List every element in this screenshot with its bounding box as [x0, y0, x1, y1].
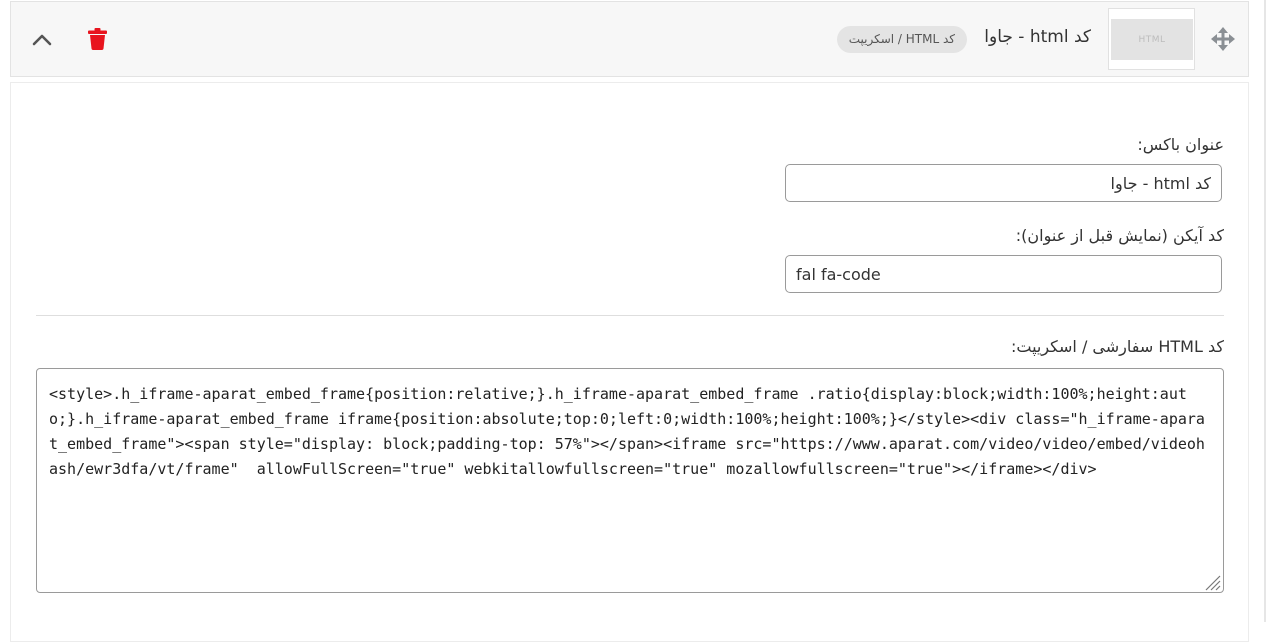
box-title-input[interactable] — [785, 164, 1222, 202]
box-title-label: عنوان باکس: — [1137, 135, 1224, 154]
widget-title: کد html - جاوا — [984, 27, 1091, 47]
widget-type-badge: کد HTML / اسکریپت — [836, 26, 967, 53]
custom-html-textarea[interactable]: <style>.h_iframe-aparat_embed_frame{posi… — [36, 368, 1224, 593]
custom-html-label: کد HTML سفارشی / اسکریپت: — [1010, 337, 1224, 356]
widget-thumbnail: HTML — [1108, 8, 1195, 70]
chevron-up-icon[interactable] — [31, 30, 53, 48]
thumbnail-label: HTML — [1111, 19, 1193, 60]
trash-icon[interactable] — [88, 28, 107, 50]
section-divider — [36, 315, 1224, 316]
icon-code-label: کد آیکن (نمایش قبل از عنوان): — [1015, 226, 1224, 245]
icon-code-input[interactable] — [785, 255, 1222, 293]
arrows-move-icon[interactable] — [1211, 27, 1235, 51]
resize-handle-icon[interactable] — [1203, 573, 1221, 591]
